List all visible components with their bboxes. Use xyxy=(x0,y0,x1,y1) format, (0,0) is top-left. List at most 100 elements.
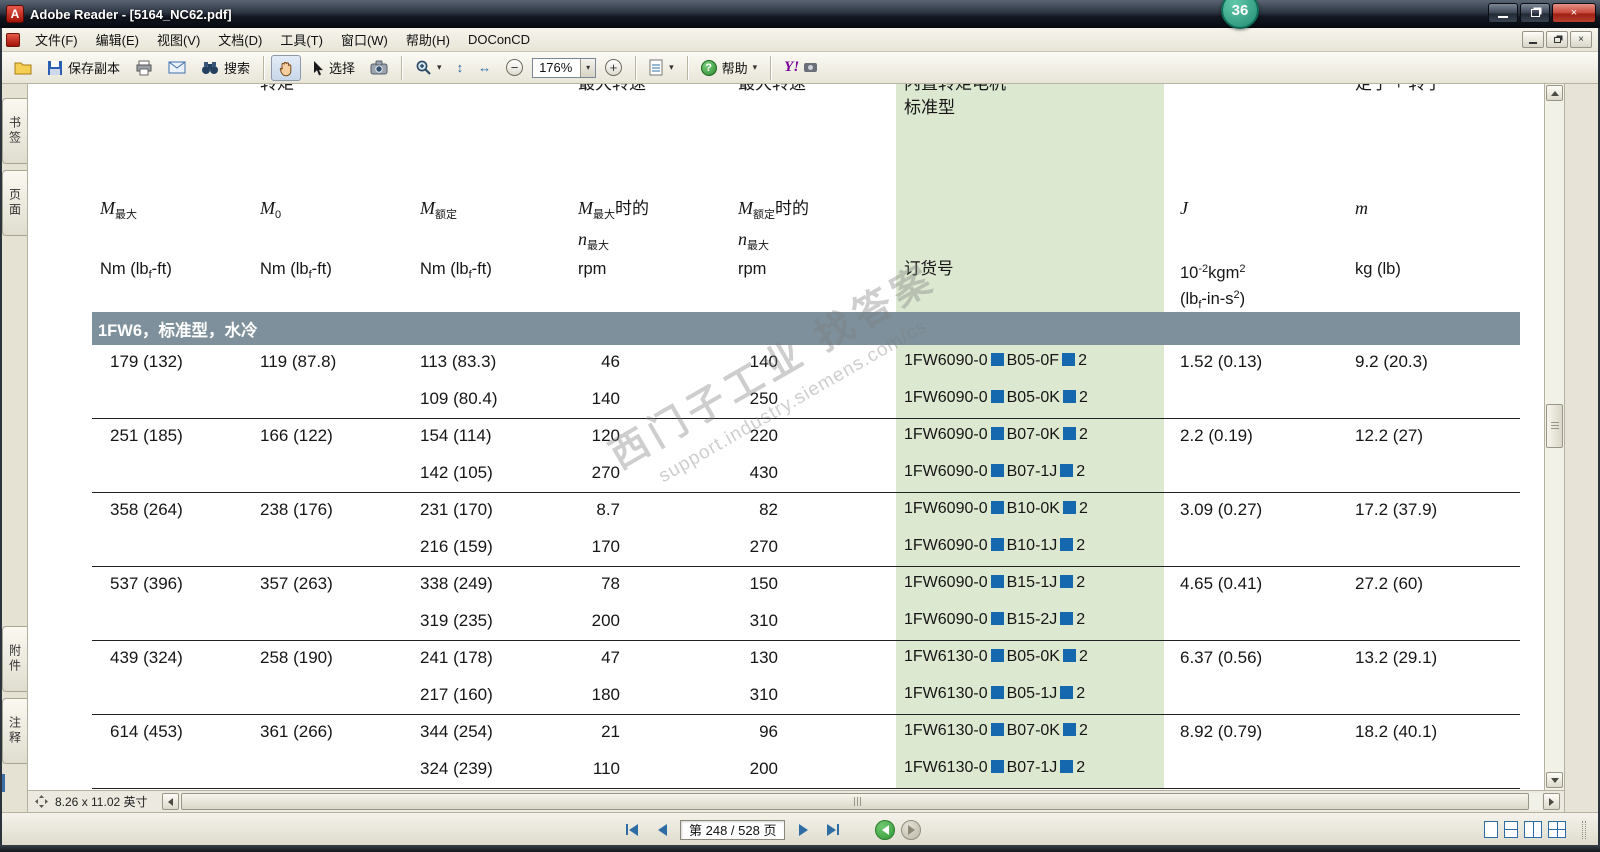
adobe-reader-icon: A xyxy=(6,5,24,23)
zoom-level-value: 176% xyxy=(539,60,573,75)
cell-nmax-at-mmax: 78 xyxy=(601,574,620,593)
horizontal-scroll-track[interactable] xyxy=(179,793,1542,810)
help-button[interactable]: ? 帮助 ▾ xyxy=(695,55,764,81)
single-page-view-button[interactable] xyxy=(1484,821,1498,838)
select-tool-button[interactable]: 选择 xyxy=(304,55,361,81)
window-frame xyxy=(0,845,1600,852)
cell-m0 xyxy=(258,752,418,789)
next-page-button[interactable] xyxy=(791,818,815,842)
next-view-button[interactable] xyxy=(901,819,922,840)
cell-m0 xyxy=(258,530,418,567)
menu-window[interactable]: 窗口(W) xyxy=(332,27,397,52)
vertical-scrollbar[interactable] xyxy=(1544,84,1564,790)
cell-m-rated: 113 (83.3) xyxy=(420,352,497,371)
mdi-restore-button[interactable] xyxy=(1546,31,1568,48)
cell-weight: 27.2 (60) xyxy=(1355,574,1424,593)
yahoo-logo: Y! xyxy=(784,59,800,75)
unit-nm: Nm (lbf-ft) xyxy=(420,260,492,281)
print-button[interactable] xyxy=(129,55,159,81)
cell-m0: 238 (176) xyxy=(260,500,333,519)
page-display-icon xyxy=(649,59,663,76)
save-copy-button[interactable]: 保存副本 xyxy=(41,55,126,81)
cell-rotor-inertia xyxy=(1164,456,1345,493)
scroll-left-button[interactable] xyxy=(161,793,179,810)
menu-help[interactable]: 帮助(H) xyxy=(397,27,459,52)
sidebar-tab-pages[interactable]: 页面 xyxy=(2,170,27,236)
previous-page-button[interactable] xyxy=(650,818,674,842)
close-button[interactable]: × xyxy=(1552,3,1596,23)
menu-doconcd[interactable]: DOConCD xyxy=(459,29,539,50)
cell-weight xyxy=(1345,382,1520,419)
menu-document[interactable]: 文档(D) xyxy=(209,27,271,52)
resize-grip[interactable] xyxy=(1582,820,1586,839)
cell-m-max: 179 (132) xyxy=(110,352,183,371)
arrow-right-icon xyxy=(1549,797,1554,806)
continuous-view-button[interactable] xyxy=(1504,821,1518,838)
page-display-button[interactable]: ▾ xyxy=(643,55,680,81)
scroll-down-button[interactable] xyxy=(1546,772,1563,788)
fit-width-button[interactable]: ↔ xyxy=(472,55,497,81)
page-number-field[interactable]: 第 248 / 528 页 xyxy=(680,819,786,840)
cell-m0: 357 (263) xyxy=(260,574,333,593)
menu-file[interactable]: 文件(F) xyxy=(26,27,87,52)
zoom-level-combobox[interactable]: 176% ▾ xyxy=(532,57,597,78)
header-max-speed: 最大转速 xyxy=(578,84,738,120)
last-page-button[interactable] xyxy=(821,818,845,842)
unit-rpm: rpm xyxy=(738,260,767,278)
adobe-reader-window: A Adobe Reader - [5164_NC62.pdf] 36 × 文件… xyxy=(0,0,1600,852)
menu-edit[interactable]: 编辑(E) xyxy=(87,27,148,52)
help-icon: ? xyxy=(700,59,717,76)
sidebar-tab-bookmarks[interactable]: 书签 xyxy=(2,98,27,164)
cell-nmax-at-mmax: 47 xyxy=(601,648,620,667)
placeholder-square-icon xyxy=(1062,723,1076,736)
zoom-in-button[interactable]: + xyxy=(599,55,628,81)
cell-weight xyxy=(1345,604,1520,641)
vertical-scroll-thumb[interactable] xyxy=(1546,404,1563,448)
email-button[interactable] xyxy=(162,55,192,81)
zoom-in-tool-button[interactable]: ▾ xyxy=(409,55,448,81)
first-page-button[interactable] xyxy=(620,818,644,842)
cell-m0: 258 (190) xyxy=(260,648,333,667)
sidebar-tab-attachments[interactable]: 附件 xyxy=(2,626,27,692)
table-group-header-row: 转矩 最大转速 最大转速 内置转矩电机 标准型 定子 + 转子 xyxy=(92,84,1520,120)
arrow-up-icon xyxy=(1550,90,1559,96)
menu-view[interactable]: 视图(V) xyxy=(148,27,209,52)
mdi-close-button[interactable]: × xyxy=(1570,31,1592,48)
zoom-out-button[interactable]: − xyxy=(500,55,529,81)
minimize-button[interactable] xyxy=(1488,3,1518,23)
horizontal-scrollbar[interactable] xyxy=(161,793,1560,811)
placeholder-square-icon xyxy=(990,611,1004,625)
yahoo-toolbar-button[interactable]: Y! xyxy=(778,55,823,81)
snapshot-tool-button[interactable] xyxy=(364,55,394,81)
toolbar-separator xyxy=(770,55,772,80)
table-row: 614 (453) 361 (266) 344 (254) 21 96 1FW6130-0… xyxy=(92,715,1520,752)
cell-rotor-inertia xyxy=(1164,530,1345,567)
chevron-down-icon: ▾ xyxy=(580,58,596,77)
cell-rotor-inertia: 2.2 (0.19) xyxy=(1180,426,1253,445)
cell-m-rated: 324 (239) xyxy=(420,758,493,778)
cell-order-number: 1FW6130-0 B07-1J 2 xyxy=(904,758,1086,776)
scroll-up-button[interactable] xyxy=(1546,85,1563,101)
horizontal-scroll-thumb[interactable] xyxy=(180,793,1530,810)
open-button[interactable] xyxy=(8,55,38,81)
restore-button[interactable] xyxy=(1520,3,1550,23)
toolbar-separator xyxy=(635,55,637,80)
hand-tool-button[interactable] xyxy=(271,54,302,81)
placeholder-square-icon xyxy=(990,685,1004,699)
facing-view-button[interactable] xyxy=(1524,821,1542,838)
continuous-facing-view-button[interactable] xyxy=(1548,821,1566,838)
unit-kg: kg (lb) xyxy=(1355,260,1401,278)
menu-tools[interactable]: 工具(T) xyxy=(271,27,332,52)
cell-order-number: 1FW6090-0 B10-1J 2 xyxy=(904,536,1086,554)
header-m-max: M最大 xyxy=(100,198,137,221)
sidebar-tab-comments[interactable]: 注释 xyxy=(2,698,27,764)
scroll-right-button[interactable] xyxy=(1543,793,1560,810)
placeholder-square-icon xyxy=(1060,611,1074,625)
save-copy-label: 保存副本 xyxy=(68,61,121,76)
fit-width-icon: ↔ xyxy=(478,60,492,75)
previous-view-button[interactable] xyxy=(875,819,896,840)
search-button[interactable]: 搜索 xyxy=(195,55,256,81)
fit-page-button[interactable]: ↕ xyxy=(451,55,470,81)
placeholder-square-icon xyxy=(1062,649,1076,662)
mdi-minimize-button[interactable] xyxy=(1522,31,1544,48)
